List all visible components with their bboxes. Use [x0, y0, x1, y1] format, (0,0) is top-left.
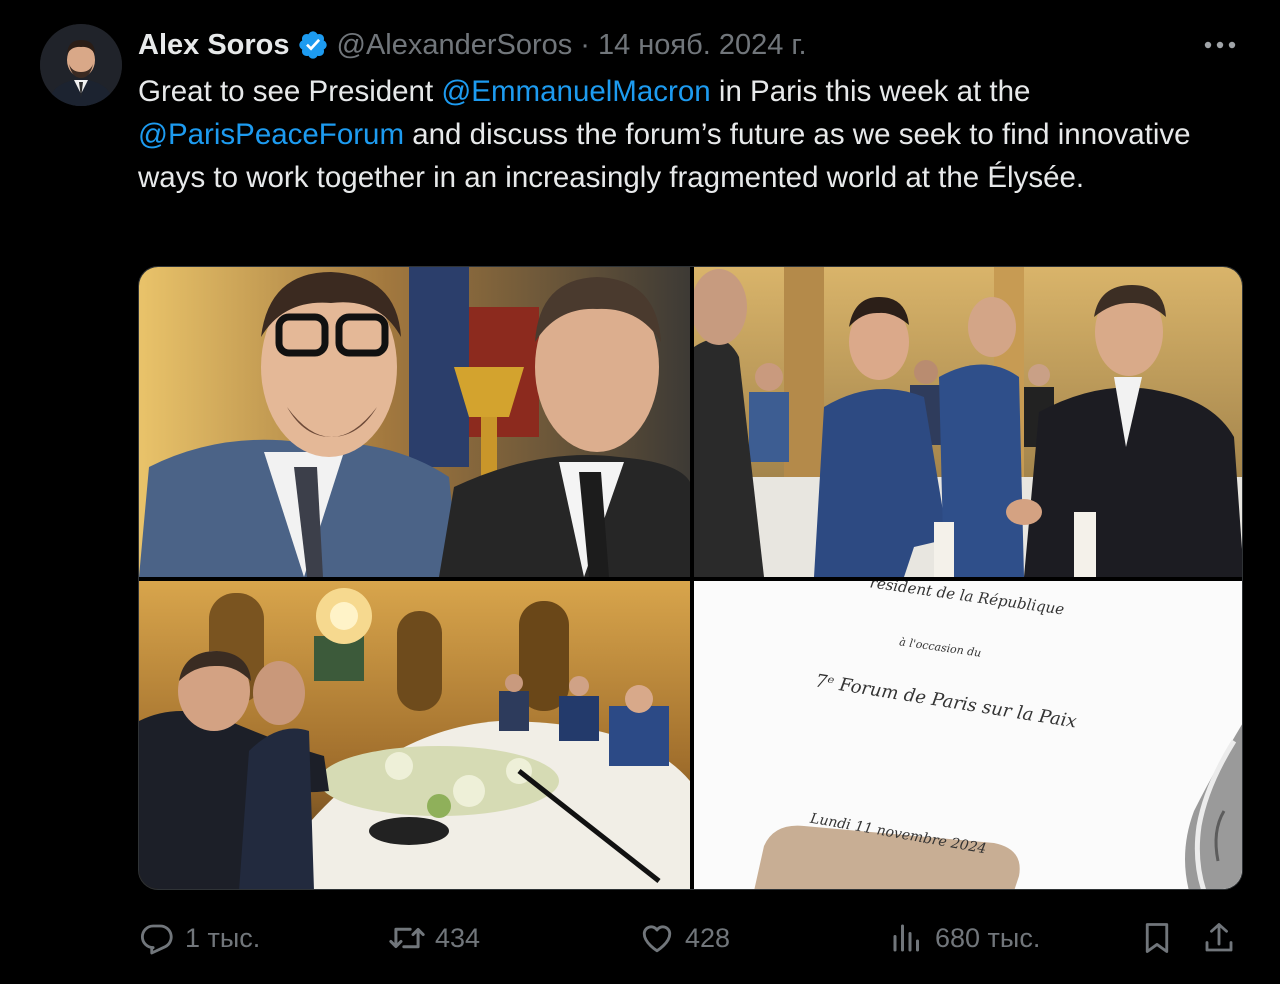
verified-badge-icon[interactable] [297, 29, 329, 61]
views-count: 680 тыс. [935, 922, 1041, 953]
views-icon [888, 919, 926, 957]
reply-button[interactable]: 1 тыс. [138, 914, 260, 962]
heart-icon [638, 919, 676, 957]
like-button[interactable]: 428 [638, 914, 730, 962]
reply-count: 1 тыс. [185, 922, 261, 953]
author-name[interactable]: Alex Soros [138, 29, 290, 62]
retweet-icon [388, 919, 426, 957]
retweet-count: 434 [435, 922, 481, 953]
author-handle[interactable]: @AlexanderSoros [337, 29, 573, 62]
tweet-actions: 1 тыс. 434 428 680 тыс. [138, 914, 1243, 962]
reply-icon [138, 919, 176, 957]
retweet-button[interactable]: 434 [388, 914, 480, 962]
photo-dinner[interactable] [139, 581, 690, 889]
like-count: 428 [685, 922, 731, 953]
bookmark-button[interactable] [1138, 914, 1176, 962]
tweet-text-part: Great to see President [138, 75, 442, 108]
views-button[interactable]: 680 тыс. [888, 914, 1040, 962]
separator-dot: · [580, 28, 590, 61]
photo-selfie[interactable] [139, 267, 690, 577]
mention-emmanuelmacron[interactable]: @EmmanuelMacron [441, 75, 710, 108]
photo-handshake[interactable] [694, 267, 1242, 577]
mention-parispeaceforum[interactable]: @ParisPeaceForum [138, 118, 404, 151]
share-icon [1200, 919, 1238, 957]
tweet-date[interactable]: 14 нояб. 2024 г. [598, 29, 807, 62]
author-avatar[interactable] [40, 24, 122, 106]
tweet: Alex Soros @AlexanderSoros · 14 нояб. 20… [0, 0, 1280, 984]
more-icon[interactable] [1200, 30, 1240, 60]
bookmark-icon [1138, 919, 1176, 957]
tweet-text: Great to see President @EmmanuelMacron i… [138, 70, 1258, 199]
share-button[interactable] [1200, 914, 1238, 962]
photo-invitation[interactable]: résident de la République à l'occasion d… [694, 581, 1242, 889]
tweet-header: Alex Soros @AlexanderSoros · 14 нояб. 20… [138, 26, 807, 64]
tweet-text-part: in Paris this week at the [710, 75, 1031, 108]
media-grid: résident de la République à l'occasion d… [138, 266, 1243, 890]
